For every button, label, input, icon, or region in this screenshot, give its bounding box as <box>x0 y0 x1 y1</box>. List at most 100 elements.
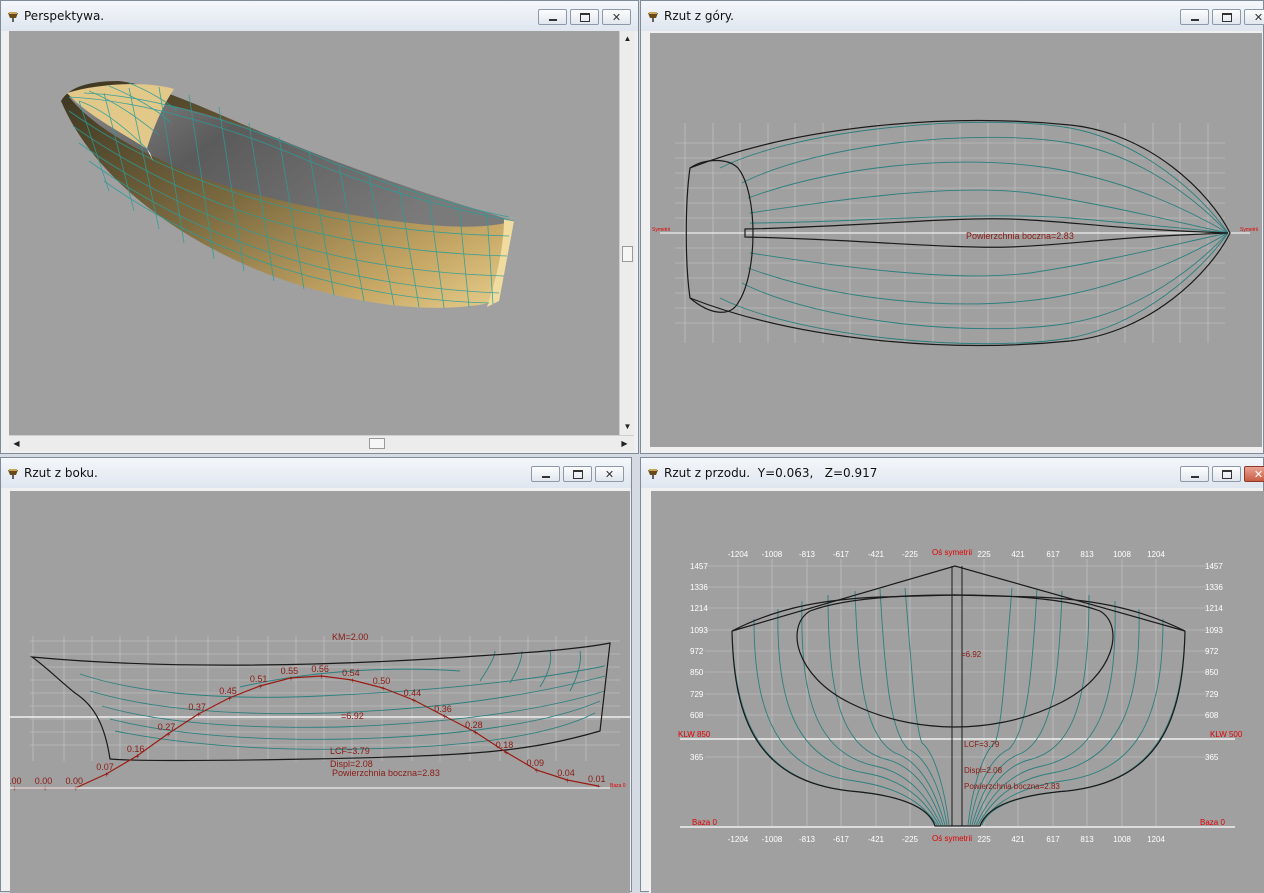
x-tick-label-top: 1008 <box>1113 550 1131 559</box>
minimize-icon <box>532 467 559 481</box>
vertical-scroll-thumb[interactable] <box>622 246 633 262</box>
curve-point-marker: + <box>166 730 171 739</box>
curve-point-marker: + <box>104 770 109 779</box>
scroll-right-arrow-icon[interactable]: ▶ <box>618 437 631 450</box>
x-tick-label-bottom: 813 <box>1080 835 1094 844</box>
top-view-window: Rzut z góry. ✕ Symetrii Symetrii Powierz… <box>640 0 1264 454</box>
curve-point-marker: + <box>135 752 140 761</box>
curve-point-marker: + <box>381 684 386 693</box>
side-view-window: Rzut z boku. ✕ 00 0.00 0.00 0.07 + 0.16 … <box>0 457 632 893</box>
y-tick-label-left: 1457 <box>690 562 708 571</box>
lcf-label: LCF=3.79 <box>330 746 370 756</box>
y-tick-label-left: 850 <box>690 668 704 677</box>
y-tick-label-right: 729 <box>1205 690 1219 699</box>
close-icon: ✕ <box>611 11 622 24</box>
top-view-titlebar[interactable]: Rzut z góry. ✕ <box>641 1 1264 31</box>
axis-label-bottom: Oś symetrii <box>932 834 972 843</box>
scroll-up-arrow-icon[interactable]: ▲ <box>621 32 634 45</box>
y-tick-label-left: 1336 <box>690 583 708 592</box>
y-tick-label-left: 608 <box>690 711 704 720</box>
boat-icon <box>648 469 658 479</box>
close-button[interactable]: ✕ <box>1244 466 1264 482</box>
perspective-window: Perspektywa. ✕ ▲ ▼ ◀ ▶ <box>0 0 639 454</box>
axis-label-top: Oś symetrii <box>932 548 972 557</box>
minimize-icon <box>1181 10 1208 24</box>
scroll-left-arrow-icon[interactable]: ◀ <box>10 437 23 450</box>
close-button[interactable]: ✕ <box>595 466 624 482</box>
x-tick-label-bottom: 1204 <box>1147 835 1165 844</box>
maximize-icon <box>571 10 598 24</box>
x-tick-label-bottom: -225 <box>902 835 919 844</box>
curve-point-marker: + <box>350 676 355 685</box>
boat-icon <box>8 469 18 479</box>
wetted-label: Powierzchnia boczna=2.83 <box>332 768 440 778</box>
side-view-drawing: 0.00+0.00+0.00+0.07+0.16+0.27+0.37+0.45+… <box>10 632 630 793</box>
front-view-titlebar[interactable]: Rzut z przodu. Y=0.063, Z=0.917 ✕ <box>641 458 1264 488</box>
x-tick-label-bottom: -1204 <box>728 835 749 844</box>
vertical-scrollbar[interactable]: ▲ ▼ <box>619 31 635 435</box>
top-view-drawing: Symetrii Symetrii Powierzchnia boczna=2.… <box>652 120 1258 346</box>
curve-point-marker: + <box>319 672 324 681</box>
top-view-canvas[interactable]: Symetrii Symetrii Powierzchnia boczna=2.… <box>650 33 1262 447</box>
curve-point-marker: + <box>412 696 417 705</box>
y-tick-label-left: 365 <box>690 753 704 762</box>
maximize-button[interactable] <box>1212 466 1241 482</box>
y-tick-label-right: 608 <box>1205 711 1219 720</box>
close-button[interactable]: ✕ <box>602 9 631 25</box>
x-tick-label-top: -1204 <box>728 550 749 559</box>
maximize-icon <box>1213 10 1240 24</box>
scroll-down-arrow-icon[interactable]: ▼ <box>621 420 634 433</box>
y-tick-label-left: 729 <box>690 690 704 699</box>
perspective-canvas[interactable] <box>9 31 619 435</box>
close-button[interactable]: ✕ <box>1244 9 1264 25</box>
maximize-button[interactable] <box>570 9 599 25</box>
maximize-button[interactable] <box>563 466 592 482</box>
minimize-icon <box>539 10 566 24</box>
y-tick-label-right: 850 <box>1205 668 1219 677</box>
maximize-button[interactable] <box>1212 9 1241 25</box>
centroid-label: =6.92 <box>341 711 364 721</box>
curve-point-marker: + <box>535 766 540 775</box>
maximize-icon <box>1213 467 1240 481</box>
x-tick-label-top: -1008 <box>762 550 783 559</box>
boat-icon <box>8 12 18 22</box>
x-tick-label-top: 225 <box>977 550 991 559</box>
klw-right-label: KLW 500 <box>1210 730 1243 739</box>
x-tick-label-bottom: 421 <box>1011 835 1025 844</box>
km-label: KM=2.00 <box>332 632 368 642</box>
y-tick-label-left: 1093 <box>690 626 708 635</box>
maximize-icon <box>564 467 591 481</box>
x-tick-label-top: -225 <box>902 550 919 559</box>
side-view-canvas[interactable]: 0.00+0.00+0.00+0.07+0.16+0.27+0.37+0.45+… <box>10 491 630 893</box>
window-title: Perspektywa. <box>24 9 105 23</box>
curve-point-marker: + <box>196 710 201 719</box>
y-tick-label-right: 365 <box>1205 753 1219 762</box>
curve-point-marker: + <box>289 674 294 683</box>
front-view-canvas[interactable]: -1204 -1008 -813 -617 -421 -225 225 421 617 813 10… <box>650 491 1264 893</box>
x-tick-label-top: -421 <box>868 550 885 559</box>
x-tick-label-bottom: 617 <box>1046 835 1060 844</box>
close-icon: ✕ <box>604 468 615 481</box>
minimize-button[interactable] <box>531 466 560 482</box>
curve-point-marker: + <box>442 712 447 721</box>
horizontal-scroll-thumb[interactable] <box>369 438 385 449</box>
minimize-button[interactable] <box>538 9 567 25</box>
close-icon: ✕ <box>1253 11 1264 24</box>
x-tick-label-top: 813 <box>1080 550 1094 559</box>
minimize-button[interactable] <box>1180 466 1209 482</box>
window-title: Rzut z góry. <box>664 9 734 23</box>
horizontal-scrollbar[interactable]: ◀ ▶ <box>9 435 634 451</box>
y-tick-label-right: 972 <box>1205 647 1219 656</box>
x-tick-label-top: 617 <box>1046 550 1060 559</box>
minimize-button[interactable] <box>1180 9 1209 25</box>
top-axis-label-left: Symetrii <box>652 227 670 233</box>
side-view-titlebar[interactable]: Rzut z boku. ✕ <box>1 458 631 488</box>
front-view-window: Rzut z przodu. Y=0.063, Z=0.917 ✕ -1204 … <box>640 457 1264 893</box>
curve-point-marker: + <box>258 682 263 691</box>
perspective-titlebar[interactable]: Perspektywa. ✕ <box>1 1 638 31</box>
x-tick-label-bottom: -813 <box>799 835 816 844</box>
front-lcf-label: LCF=3.79 <box>964 740 1000 749</box>
x-tick-label-bottom: 1008 <box>1113 835 1131 844</box>
front-view-drawing: -1204 -1008 -813 -617 -421 -225 225 421 617 813 10… <box>678 548 1243 844</box>
baza-right-label: Baza 0 <box>1200 818 1225 827</box>
